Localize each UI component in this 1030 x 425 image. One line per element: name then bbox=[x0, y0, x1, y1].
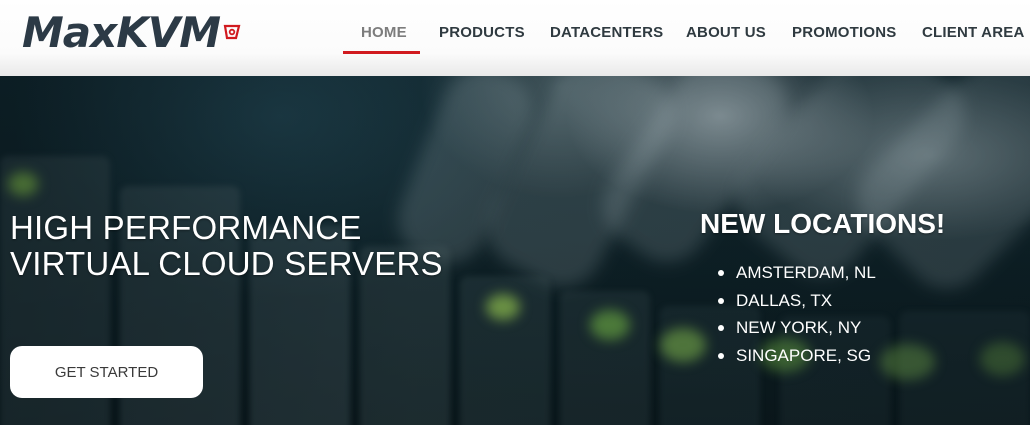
hero-title-line-2: VIRTUAL CLOUD SERVERS bbox=[10, 245, 443, 282]
hero-title: HIGH PERFORMANCE VIRTUAL CLOUD SERVERS bbox=[10, 210, 530, 282]
hero-section: HIGH PERFORMANCE VIRTUAL CLOUD SERVERS G… bbox=[0, 76, 1030, 425]
nav-item-datacenters[interactable]: DATACENTERS bbox=[550, 24, 663, 41]
location-item: SINGAPORE, SG bbox=[718, 342, 876, 370]
nav-item-about-us[interactable]: ABOUT US bbox=[686, 24, 766, 41]
get-started-button[interactable]: GET STARTED bbox=[10, 346, 203, 398]
nav-item-products[interactable]: PRODUCTS bbox=[439, 24, 525, 41]
location-item: DALLAS, TX bbox=[718, 287, 876, 315]
locations-list: AMSTERDAM, NL DALLAS, TX NEW YORK, NY SI… bbox=[718, 259, 876, 369]
nav-item-promotions[interactable]: PROMOTIONS bbox=[792, 24, 897, 41]
location-item: NEW YORK, NY bbox=[718, 314, 876, 342]
active-nav-indicator bbox=[343, 51, 420, 54]
site-header: MaxKVM HOME PRODUCTS DATACENTERS ABOUT U… bbox=[0, 0, 1030, 76]
new-locations-title: NEW LOCATIONS! bbox=[700, 208, 946, 239]
nav-item-client-area[interactable]: CLIENT AREA bbox=[922, 24, 1024, 41]
hero-title-line-1: HIGH PERFORMANCE bbox=[10, 209, 362, 246]
main-nav: HOME PRODUCTS DATACENTERS ABOUT US PROMO… bbox=[0, 0, 1030, 76]
nav-item-home[interactable]: HOME bbox=[361, 24, 407, 41]
location-item: AMSTERDAM, NL bbox=[718, 259, 876, 287]
